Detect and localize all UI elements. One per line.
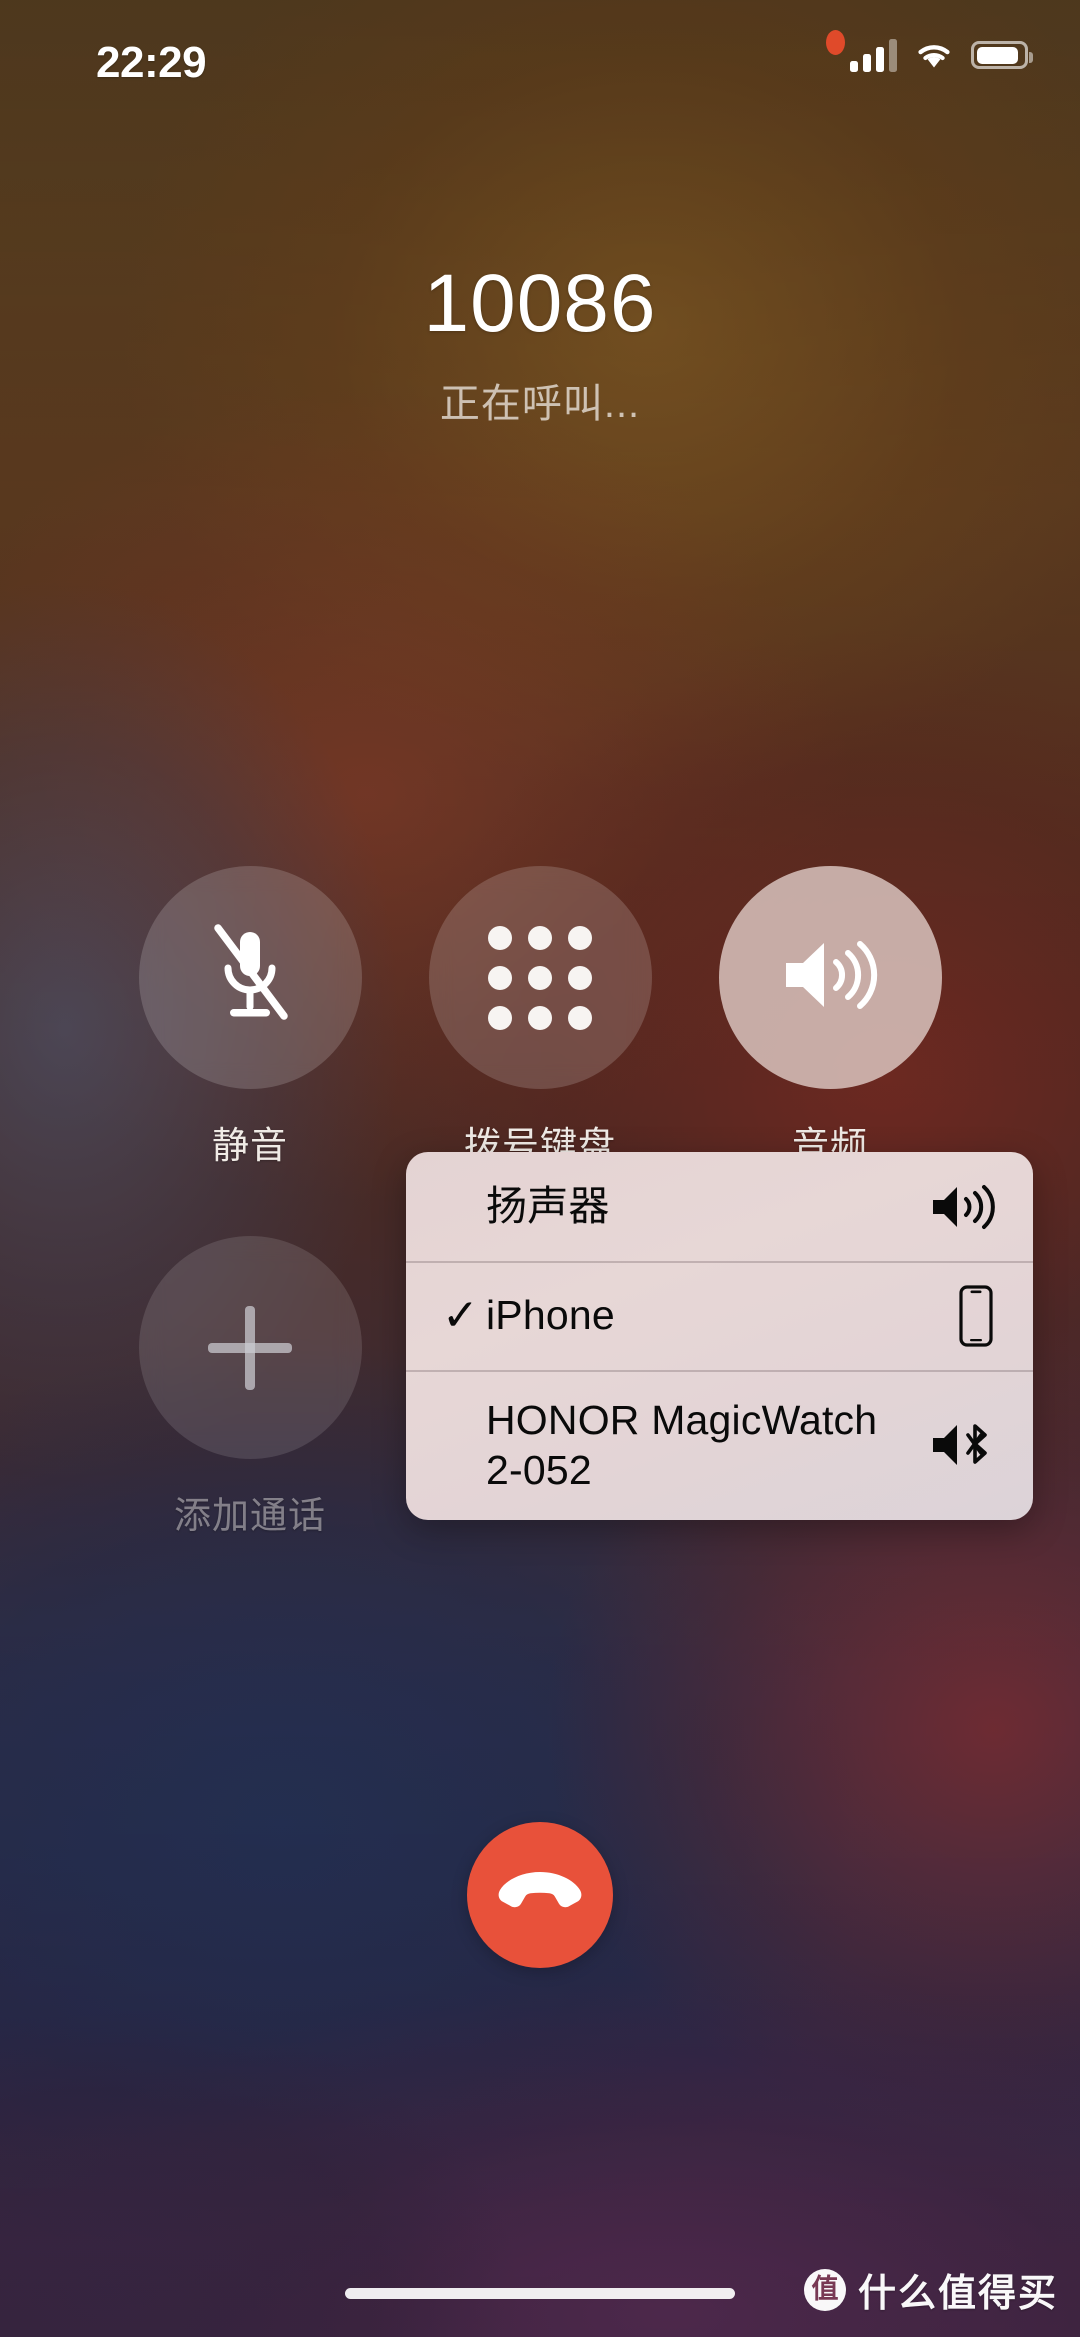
call-status-text: 正在呼叫...: [439, 382, 641, 426]
audio-route-label: HONOR MagicWatch 2-052: [486, 1396, 878, 1493]
audio-button[interactable]: [718, 866, 942, 1089]
call-screen: 22:29 10086 正在呼叫... 静音 拨号键盘 音频 添加通话 扬声器 …: [0, 0, 1080, 2337]
add-call-label: 添加通话: [174, 1495, 326, 1536]
iphone-device-icon: [923, 1284, 997, 1347]
battery-icon: [971, 41, 1033, 69]
status-bar-clock: 22:29: [96, 38, 207, 87]
wifi-icon: [914, 39, 954, 71]
plus-icon: [208, 1305, 292, 1390]
microphone-slash-icon: [202, 922, 298, 1033]
watermark-text: 什么值得买: [857, 2273, 1058, 2315]
phone-down-icon-shape: [498, 1872, 582, 1908]
status-bar-indicators: [850, 38, 1033, 72]
audio-route-option-speaker[interactable]: 扬声器: [406, 1152, 1033, 1261]
speaker-waves-icon: [923, 1180, 997, 1234]
audio-route-label: iPhone: [486, 1292, 615, 1339]
audio-route-popup[interactable]: 扬声器 ✓ iPhone HONOR MagicWatch 2-052: [406, 1152, 1033, 1520]
mute-label: 静音: [212, 1125, 288, 1166]
recording-dot-icon: [826, 30, 845, 55]
status-bar: 22:29: [0, 0, 1080, 118]
mute-button[interactable]: [138, 866, 362, 1089]
watermark-logo-icon: 值: [803, 2268, 846, 2311]
add-call-button[interactable]: [138, 1236, 362, 1459]
speaker-waves-icon: [776, 930, 884, 1025]
home-indicator-bar[interactable]: [345, 2288, 735, 2299]
control-audio[interactable]: 音频: [685, 866, 975, 1169]
audio-route-option-iphone[interactable]: ✓ iPhone: [406, 1261, 1033, 1370]
audio-route-label: 扬声器: [486, 1183, 610, 1230]
speaker-bluetooth-icon: [923, 1416, 997, 1474]
caller-number: 10086: [423, 258, 657, 349]
cellular-signal-icon: [850, 38, 897, 72]
control-keypad[interactable]: 拨号键盘: [395, 866, 685, 1169]
keypad-grid-icon: [488, 925, 592, 1030]
control-mute[interactable]: 静音: [105, 866, 395, 1169]
call-controls-row-1: 静音 拨号键盘 音频: [0, 866, 1080, 1169]
audio-route-option-bluetooth-device[interactable]: HONOR MagicWatch 2-052: [406, 1370, 1033, 1520]
checkmark-icon: ✓: [442, 1290, 479, 1340]
control-add-call[interactable]: 添加通话: [105, 1236, 395, 1539]
watermark: 值 什么值得买: [803, 2262, 1058, 2317]
keypad-button[interactable]: [428, 866, 652, 1089]
